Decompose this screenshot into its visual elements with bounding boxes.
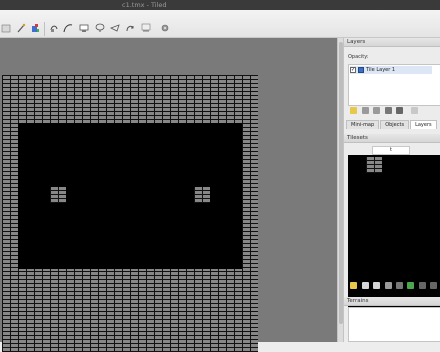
delete-layer-icon[interactable] bbox=[396, 107, 403, 114]
rect-select-icon[interactable] bbox=[63, 23, 73, 33]
duplicate-layer-icon[interactable] bbox=[385, 107, 392, 114]
raise-layer-icon[interactable] bbox=[362, 107, 369, 114]
brick-block-left bbox=[50, 187, 66, 203]
terrains-list bbox=[348, 307, 440, 342]
lower-layer-icon[interactable] bbox=[373, 107, 380, 114]
opacity-label: Opacity: bbox=[348, 54, 369, 60]
rotate-icon[interactable] bbox=[125, 23, 135, 33]
panel-tabs: Mini-map Objects Layers bbox=[346, 120, 438, 129]
tab-objects[interactable]: Objects bbox=[380, 120, 410, 129]
select-same-tile-icon[interactable] bbox=[95, 23, 105, 33]
tile-layer-icon bbox=[358, 67, 364, 73]
stamp-brush-icon[interactable] bbox=[16, 23, 26, 33]
tab-layers[interactable]: Layers bbox=[410, 120, 437, 129]
import-tileset-icon[interactable] bbox=[362, 282, 369, 289]
layers-list: ✓ Tile Layer 1 bbox=[348, 64, 440, 106]
settings-icon[interactable] bbox=[160, 23, 170, 33]
zoom-out-icon[interactable] bbox=[419, 282, 426, 289]
new-icon[interactable] bbox=[1, 23, 11, 33]
new-tileset-icon[interactable] bbox=[350, 282, 357, 289]
zoom-in-icon[interactable] bbox=[430, 282, 437, 289]
tab-minimap[interactable]: Mini-map bbox=[346, 120, 380, 129]
window-title: c1.tmx - Tiled bbox=[122, 1, 167, 9]
bucket-fill-icon[interactable] bbox=[30, 23, 40, 33]
layer-properties-icon[interactable] bbox=[411, 107, 418, 114]
magic-wand-icon[interactable] bbox=[79, 23, 89, 33]
terrains-panel-header: Terrains bbox=[344, 297, 440, 306]
brick-tile[interactable] bbox=[366, 157, 382, 173]
add-terrain-icon[interactable] bbox=[407, 282, 414, 289]
layers-panel-header: Layers bbox=[344, 38, 440, 47]
layer-name: Tile Layer 1 bbox=[366, 67, 396, 73]
tilesets-panel-header: Tilesets bbox=[344, 134, 440, 143]
list-item[interactable]: ✓ Tile Layer 1 bbox=[350, 66, 432, 74]
brick-block-right bbox=[194, 187, 210, 203]
export-tileset-icon[interactable] bbox=[373, 282, 380, 289]
window-titlebar: c1.tmx - Tiled bbox=[0, 0, 440, 10]
toolbar-separator bbox=[44, 22, 45, 36]
flip-horizontal-icon[interactable] bbox=[141, 23, 151, 33]
add-layer-icon[interactable] bbox=[350, 107, 357, 114]
map-canvas[interactable] bbox=[0, 38, 337, 352]
eraser-icon[interactable] bbox=[49, 23, 59, 33]
tileset-tab[interactable]: t bbox=[372, 146, 410, 155]
layer-visibility-checkbox[interactable]: ✓ bbox=[350, 67, 356, 73]
main-toolbar bbox=[0, 10, 440, 38]
tile-map[interactable] bbox=[2, 75, 258, 352]
tileset-properties-icon[interactable] bbox=[385, 282, 392, 289]
right-dock: Layers Opacity: ✓ Tile Layer 1 Mini-map … bbox=[343, 38, 440, 342]
random-mode-icon[interactable] bbox=[110, 23, 120, 33]
remove-tileset-icon[interactable] bbox=[396, 282, 403, 289]
